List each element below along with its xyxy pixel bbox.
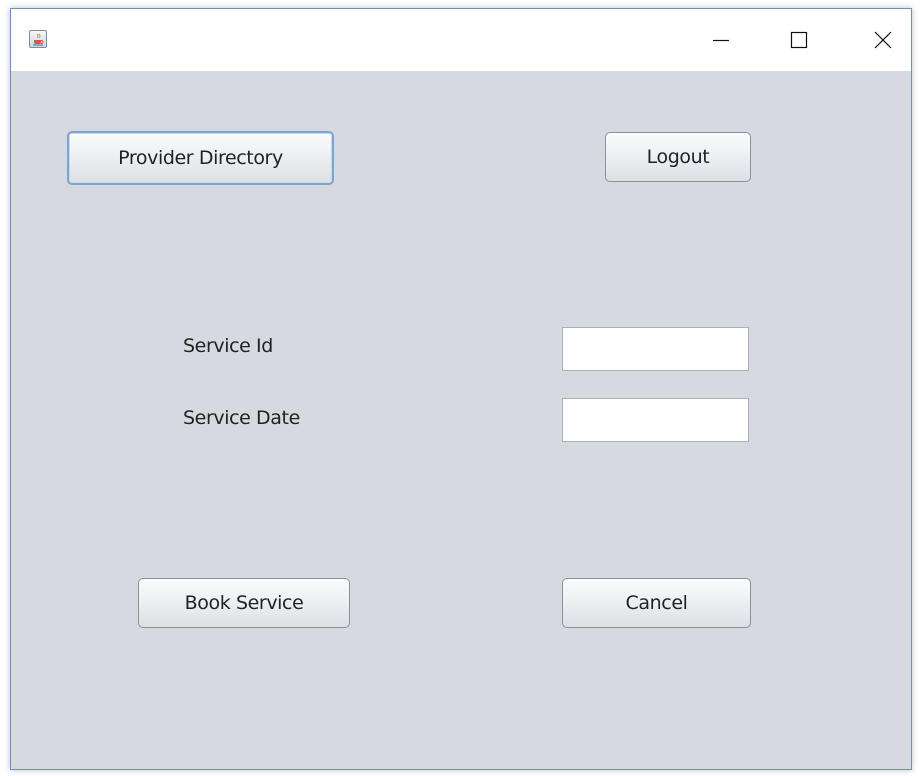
cancel-button[interactable]: Cancel (562, 578, 751, 628)
minimize-button[interactable] (692, 9, 750, 71)
title-bar[interactable] (11, 9, 911, 71)
service-id-input[interactable] (562, 327, 749, 371)
service-date-label: Service Date (183, 407, 300, 429)
maximize-icon (790, 31, 808, 49)
logout-button[interactable]: Logout (605, 132, 751, 182)
provider-directory-button[interactable]: Provider Directory (67, 131, 334, 185)
close-button[interactable] (854, 9, 912, 71)
minimize-icon (713, 39, 729, 42)
service-id-label: Service Id (183, 335, 273, 357)
book-service-button[interactable]: Book Service (138, 578, 350, 628)
service-date-input[interactable] (562, 398, 749, 442)
close-icon (874, 31, 892, 49)
maximize-button[interactable] (770, 9, 828, 71)
java-cup-icon[interactable] (29, 30, 47, 48)
application-window: Provider Directory Logout Service Id Ser… (10, 8, 912, 770)
